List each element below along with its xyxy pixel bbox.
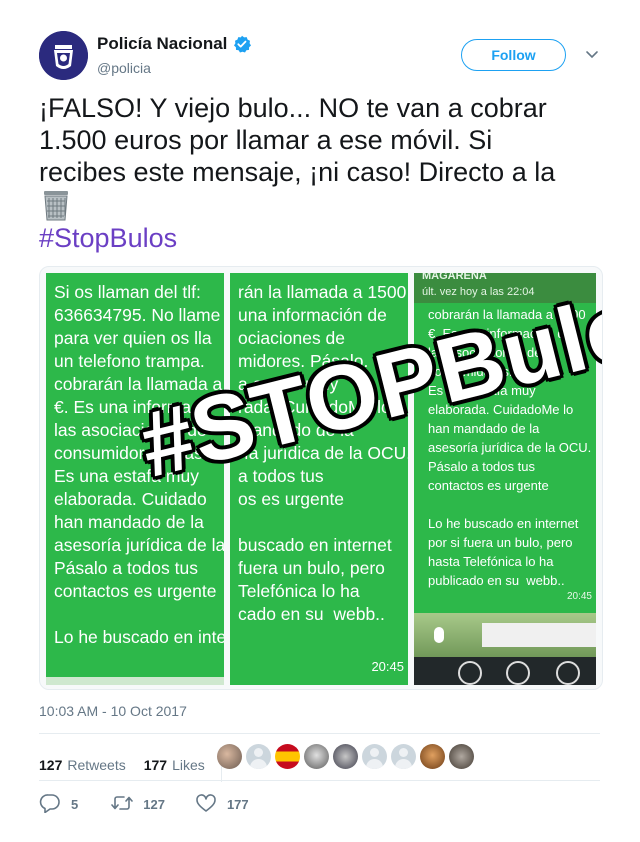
message-time: 20:45 — [371, 659, 404, 674]
retweets-stat[interactable]: 127 Retweets — [39, 757, 126, 773]
author-name[interactable]: Policía Nacional — [97, 34, 227, 54]
tweet-actions: 5 127 177 — [39, 793, 249, 816]
avatar[interactable] — [391, 744, 416, 769]
tweet-text-line: ¡FALSO! Y viejo bulo... NO te van a cobr… — [39, 93, 547, 123]
tweet-timestamp[interactable]: 10:03 AM - 10 Oct 2017 — [39, 703, 187, 719]
tweet-media-image[interactable]: Si os llaman del tlf: 636634795. No llam… — [39, 266, 603, 690]
reply-button[interactable]: 5 — [39, 793, 78, 816]
avatar[interactable] — [246, 744, 271, 769]
tweet-stats: 127 Retweets 177 Likes — [39, 748, 222, 782]
reply-icon — [39, 793, 61, 816]
emoji-icon — [458, 661, 482, 685]
likes-stat[interactable]: 177 Likes — [144, 757, 205, 773]
like-button[interactable]: 177 — [195, 793, 249, 816]
avatar[interactable] — [39, 31, 88, 80]
attach-icon — [506, 661, 530, 685]
verified-badge-icon — [233, 35, 252, 53]
follow-button[interactable]: Follow — [461, 39, 566, 71]
tweet-header: Policía Nacional @policia Follow — [39, 31, 609, 81]
message-time: 20:45 — [566, 591, 592, 602]
like-count: 177 — [226, 797, 249, 812]
avatar[interactable] — [304, 744, 329, 769]
wastebasket-icon — [39, 188, 73, 222]
chat-contact-name: MAGARENA — [422, 273, 487, 282]
avatar[interactable] — [275, 744, 300, 769]
divider — [39, 780, 600, 781]
phone-call-icon — [556, 661, 580, 685]
divider — [46, 677, 224, 685]
retweet-button[interactable]: 127 — [111, 793, 165, 816]
avatar[interactable] — [420, 744, 445, 769]
author-row: Policía Nacional — [97, 34, 252, 54]
retweets-label: Retweets — [67, 757, 126, 773]
tweet-text-line: recibes este mensaje, ¡ni caso! Directo … — [39, 157, 556, 187]
likes-label: Likes — [172, 757, 205, 773]
heart-icon — [195, 793, 217, 816]
author-handle[interactable]: @policia — [97, 60, 151, 76]
tweet-text: ¡FALSO! Y viejo bulo... NO te van a cobr… — [39, 92, 599, 254]
microphone-icon — [434, 627, 444, 643]
avatar[interactable] — [362, 744, 387, 769]
chevron-down-icon[interactable] — [584, 46, 600, 62]
retweets-count: 127 — [39, 757, 63, 773]
avatar[interactable] — [333, 744, 358, 769]
divider — [39, 733, 600, 734]
message-input — [482, 623, 596, 647]
tweet-text-line: 1.500 euros por llamar a ese móvil. Si — [39, 125, 493, 155]
avatar[interactable] — [449, 744, 474, 769]
retweet-icon — [111, 793, 134, 816]
avatar[interactable] — [217, 744, 242, 769]
reply-count: 5 — [71, 797, 79, 812]
chat-last-seen: últ. vez hoy a las 22:04 — [422, 286, 535, 298]
retweet-count: 127 — [143, 797, 165, 812]
hashtag-link[interactable]: #StopBulos — [39, 222, 599, 254]
likers-avatars — [217, 744, 474, 769]
tweet-text-line — [39, 188, 599, 222]
likes-count: 177 — [143, 757, 168, 773]
